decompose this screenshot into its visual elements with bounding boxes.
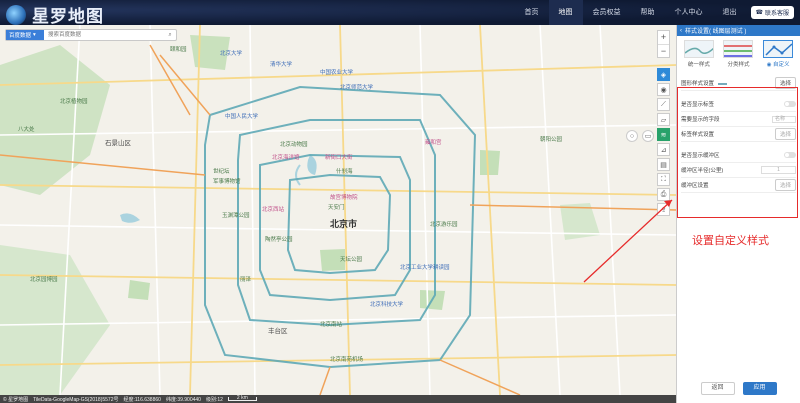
annotation-text: 设置自定义样式 xyxy=(692,235,769,247)
annotation-arrow xyxy=(583,199,673,283)
